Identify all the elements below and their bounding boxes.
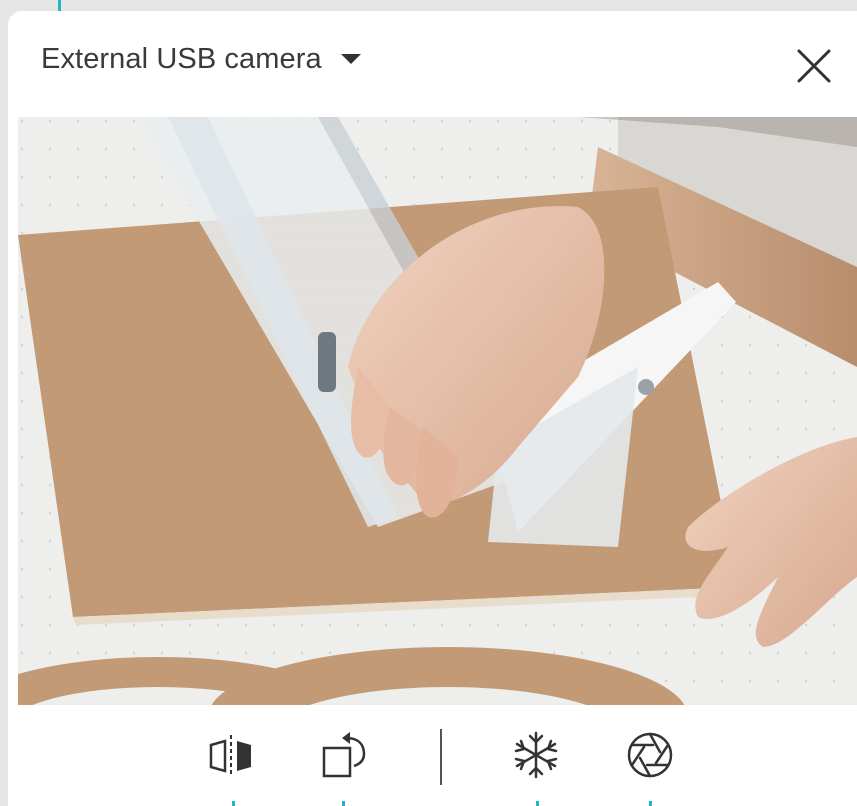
flip-horizontal-icon [209,735,251,775]
annotation-marker-bottom-4 [649,801,652,806]
annotation-marker-bottom-2 [342,801,345,806]
freeze-button[interactable] [510,729,562,781]
rotate-icon [322,732,366,778]
camera-preview [18,117,857,705]
mirror-button[interactable] [205,729,257,781]
capture-button[interactable] [624,729,676,781]
camera-panel: External USB camera [8,11,857,806]
annotation-marker-bottom-1 [232,801,235,806]
camera-feed-image [18,117,857,705]
camera-toolbar [8,705,857,806]
annotation-marker-bottom-3 [536,801,539,806]
aperture-icon [627,732,673,778]
toolbar-divider [440,729,442,785]
panel-header: External USB camera [8,11,857,115]
close-button[interactable] [794,46,834,86]
camera-selector[interactable]: External USB camera [41,43,362,76]
snowflake-icon [514,731,558,779]
close-icon [797,49,831,83]
camera-selector-label: External USB camera [41,43,322,75]
rotate-button[interactable] [320,729,372,781]
caret-down-icon [340,52,362,70]
